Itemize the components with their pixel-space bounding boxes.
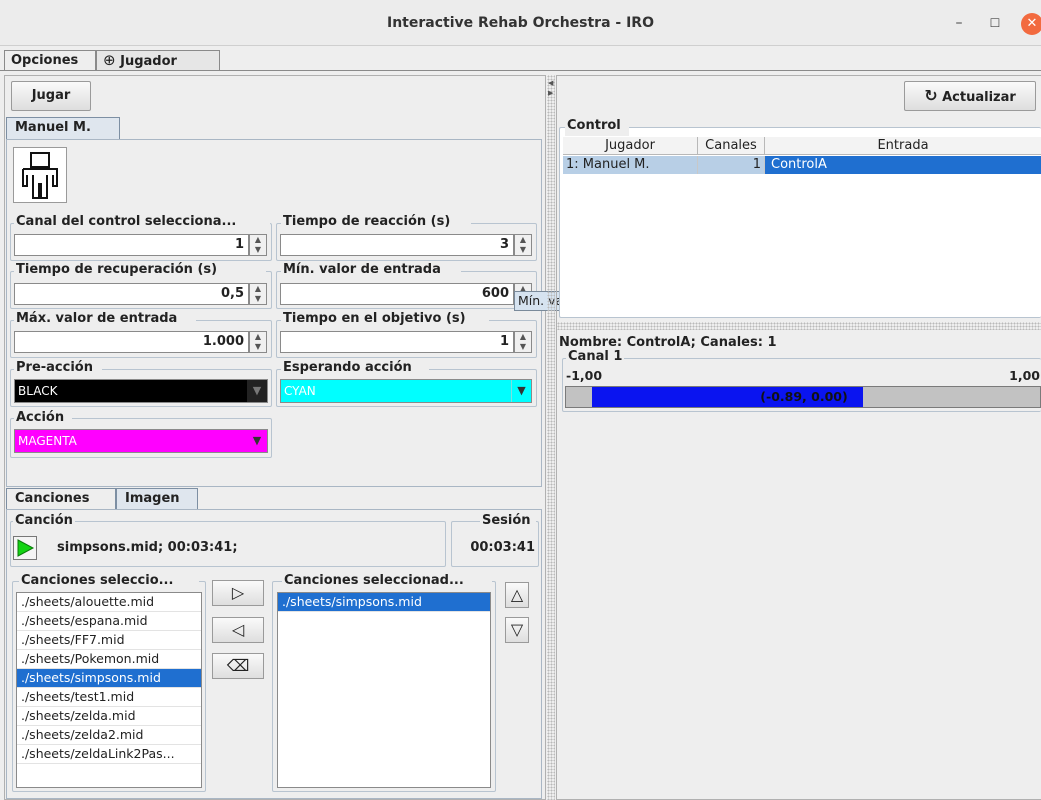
- max-entrada-label: Máx. valor de entrada: [14, 311, 196, 329]
- range-min: -1,00: [566, 368, 603, 383]
- list-item-selected[interactable]: ./sheets/simpsons.mid: [278, 593, 490, 612]
- cell-jugador[interactable]: 1: Manuel M.: [563, 156, 698, 174]
- reaccion-input[interactable]: 3: [280, 234, 514, 256]
- list-item[interactable]: ./sheets/zelda2.mid: [17, 726, 201, 745]
- menu-jugador-label: Jugador: [120, 54, 177, 69]
- splitter-arrows-icon[interactable]: ◀ ▶: [548, 78, 554, 100]
- objetivo-stepper[interactable]: ▲ ▼: [514, 331, 532, 353]
- arrow-right-icon: ▷: [231, 583, 245, 602]
- available-songs-list[interactable]: ./sheets/alouette.mid ./sheets/espana.mi…: [16, 592, 202, 788]
- control-info-title: Nombre: ControlA; Canales: 1: [559, 335, 777, 350]
- arrow-down-icon: ▽: [510, 620, 524, 639]
- tab-imagen[interactable]: Imagen: [116, 488, 198, 510]
- list-item-selected[interactable]: ./sheets/simpsons.mid: [17, 669, 201, 688]
- move-down-button[interactable]: ▽: [505, 617, 529, 643]
- add-player-icon: ⊕: [103, 51, 116, 69]
- esperando-value: CYAN: [284, 384, 316, 398]
- arrow-left-icon: ◁: [231, 620, 245, 639]
- max-entrada-input[interactable]: 1.000: [14, 331, 249, 353]
- list-item[interactable]: ./sheets/alouette.mid: [17, 593, 201, 612]
- sesion-label: Sesión: [480, 513, 536, 531]
- esperando-select[interactable]: CYAN ▼: [280, 379, 532, 403]
- accion-label: Acción: [14, 410, 72, 428]
- tab-canciones[interactable]: Canciones: [6, 488, 116, 510]
- pre-accion-label: Pre-acción: [14, 360, 102, 378]
- player-avatar: [13, 147, 67, 203]
- play-song-button[interactable]: [13, 536, 37, 560]
- canal-stepper[interactable]: ▲ ▼: [249, 234, 267, 256]
- control-label: Control: [565, 118, 629, 136]
- recuperacion-label: Tiempo de recuperación (s): [14, 262, 266, 280]
- objetivo-label: Tiempo en el objetivo (s): [281, 311, 489, 329]
- input-level-bar: (-0.89, 0.00): [565, 386, 1041, 408]
- reaccion-label: Tiempo de reacción (s): [281, 214, 471, 232]
- play-icon: [17, 539, 35, 557]
- accion-value: MAGENTA: [18, 434, 77, 448]
- maximize-button[interactable]: ☐: [986, 14, 1004, 32]
- reaccion-stepper[interactable]: ▲ ▼: [514, 234, 532, 256]
- chevron-down-icon: ▼: [247, 430, 267, 452]
- tab-player[interactable]: Manuel M.: [6, 117, 120, 139]
- move-up-button[interactable]: △: [505, 582, 529, 608]
- min-entrada-label: Mín. valor de entrada: [281, 262, 461, 280]
- cell-canales[interactable]: 1: [698, 156, 765, 174]
- list-item[interactable]: ./sheets/Pokemon.mid: [17, 650, 201, 669]
- list-item[interactable]: ./sheets/FF7.mid: [17, 631, 201, 650]
- arrow-up-icon: △: [510, 585, 524, 604]
- header-jugador[interactable]: Jugador: [563, 137, 698, 155]
- horizontal-split-divider[interactable]: [557, 322, 1041, 330]
- recuperacion-input[interactable]: 0,5: [14, 283, 249, 305]
- refresh-button[interactable]: ↻ Actualizar: [904, 81, 1036, 111]
- menu-opciones[interactable]: Opciones: [4, 50, 96, 71]
- window-title: Interactive Rehab Orchestra - IRO: [387, 15, 654, 31]
- input-level-text: (-0.89, 0.00): [760, 389, 848, 404]
- header-entrada[interactable]: Entrada: [765, 137, 1041, 155]
- accion-select[interactable]: MAGENTA ▼: [14, 429, 268, 453]
- clear-songs-button[interactable]: ⌫: [212, 653, 264, 679]
- list-item[interactable]: ./sheets/test1.mid: [17, 688, 201, 707]
- remove-song-button[interactable]: ◁: [212, 617, 264, 643]
- refresh-label: Actualizar: [942, 90, 1016, 105]
- canal-1-label: Canal 1: [566, 349, 624, 367]
- header-canales[interactable]: Canales: [698, 137, 765, 155]
- current-song: simpsons.mid; 00:03:41;: [57, 540, 238, 555]
- selected-songs-list[interactable]: ./sheets/simpsons.mid: [277, 592, 491, 788]
- list-item[interactable]: ./sheets/zelda.mid: [17, 707, 201, 726]
- control-table[interactable]: Jugador Canales Entrada 1: Manuel M. 1 C…: [563, 137, 1041, 177]
- menu-jugador[interactable]: ⊕ Jugador: [96, 50, 220, 71]
- split-divider[interactable]: [547, 75, 555, 800]
- list-item[interactable]: ./sheets/espana.mid: [17, 612, 201, 631]
- sesion-time: 00:03:41: [470, 540, 535, 555]
- play-button[interactable]: Jugar: [11, 81, 91, 111]
- chevron-down-icon: ▼: [511, 380, 531, 402]
- close-button[interactable]: ✕: [1021, 13, 1041, 35]
- max-entrada-stepper[interactable]: ▲ ▼: [249, 331, 267, 353]
- range-max: 1,00: [1009, 368, 1040, 383]
- esperando-label: Esperando acción: [281, 360, 429, 378]
- canal-label: Canal del control selecciona...: [14, 214, 270, 232]
- refresh-icon: ↻: [924, 86, 938, 105]
- canal-input[interactable]: 1: [14, 234, 249, 256]
- add-song-button[interactable]: ▷: [212, 580, 264, 606]
- min-entrada-input[interactable]: 600: [280, 283, 514, 305]
- recuperacion-stepper[interactable]: ▲ ▼: [249, 283, 267, 305]
- cell-entrada[interactable]: ControlA: [765, 156, 1041, 174]
- body-outline-icon: [22, 152, 58, 199]
- selected-songs-label: Canciones seleccionad...: [282, 573, 492, 591]
- objetivo-input[interactable]: 1: [280, 331, 514, 353]
- list-item[interactable]: ./sheets/zeldaLink2Pas...: [17, 745, 201, 764]
- chevron-down-icon: ▼: [247, 380, 267, 402]
- pre-accion-value: BLACK: [18, 384, 58, 398]
- delete-icon: ⌫: [226, 656, 250, 675]
- available-songs-label: Canciones seleccio...: [19, 573, 199, 591]
- minimize-button[interactable]: –: [950, 14, 968, 32]
- cancion-label: Canción: [13, 513, 75, 531]
- pre-accion-select[interactable]: BLACK ▼: [14, 379, 268, 403]
